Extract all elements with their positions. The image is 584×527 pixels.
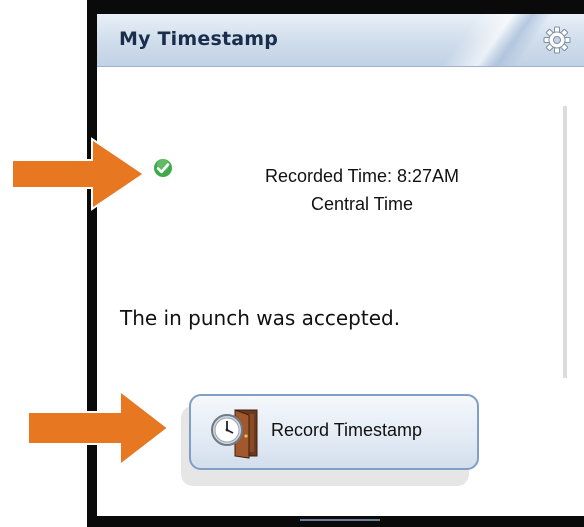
clock-door-icon [211,409,258,459]
recorded-time-text: Recorded Time: 8:27AM Central Time [217,162,507,218]
recorded-time-line: Recorded Time: 8:27AM [264,166,460,186]
widget-bottom-bar [97,516,584,527]
widget-title: My Timestamp [119,28,279,50]
record-timestamp-button[interactable]: Record Timestamp [189,394,479,470]
scrollbar[interactable] [563,106,567,378]
arrow-right-icon [11,137,146,211]
timezone-line: Central Time [310,194,414,214]
check-circle-icon [154,159,172,177]
record-timestamp-label: Record Timestamp [271,420,423,440]
status-message: The in punch was accepted. [120,306,401,330]
widget-header: My Timestamp [97,14,584,67]
arrow-right-icon [27,388,170,468]
gear-icon[interactable] [543,26,571,54]
bottom-divider [300,519,380,521]
